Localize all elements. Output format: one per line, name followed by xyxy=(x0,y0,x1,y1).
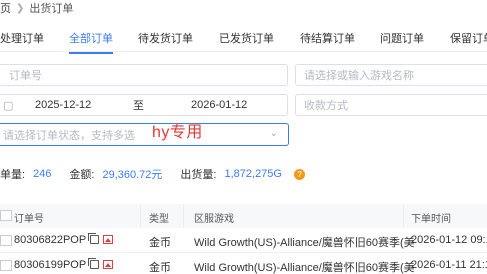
row-order-no: 80306822POP xyxy=(14,233,114,246)
tab-pending-ship[interactable]: 待发货订单 xyxy=(138,30,193,46)
order-number-placeholder: 订单号 xyxy=(9,70,42,82)
header-type: 类型 xyxy=(149,214,169,225)
payment-method-select[interactable]: 收款方式 xyxy=(295,94,487,116)
image-icon[interactable] xyxy=(103,260,114,269)
header-order-no: 订单号 xyxy=(14,214,44,225)
order-status-placeholder: 请选择订单状态，支持多选 xyxy=(3,129,135,142)
row-order-no: 80306199POP xyxy=(14,258,114,271)
orders-table: 订单号 类型 区服游戏 下单时间 80306822POP 金币 Wild Gro… xyxy=(0,204,487,274)
header-time: 下单时间 xyxy=(411,214,451,225)
payment-method-placeholder: 收款方式 xyxy=(304,100,348,112)
order-tabs: 处理订单 全部订单 待发货订单 已发货订单 待结算订单 问题订单 保留订单 xyxy=(0,30,487,54)
copy-icon[interactable] xyxy=(88,233,100,244)
amount-value: 29,360.72元 xyxy=(102,169,163,181)
date-separator: 至 xyxy=(133,100,144,112)
count-label: 单量: xyxy=(0,169,26,181)
chevron-down-icon: ⌄ xyxy=(269,128,278,139)
tab-all[interactable]: 全部订单 xyxy=(69,30,113,54)
chevron-right-icon: ❯ xyxy=(16,2,25,14)
breadcrumb: 页 ❯ 出货订单 xyxy=(0,0,73,16)
table-row[interactable]: 80306199POP 金币 Wild Growth(US)-Alliance/… xyxy=(0,253,487,274)
row-game: Wild Growth(US)-Alliance/魔兽怀旧60赛季(美 xyxy=(194,262,415,274)
image-icon[interactable] xyxy=(103,235,114,244)
tab-reserved[interactable]: 保留订单 xyxy=(450,30,487,46)
volume-value: 1,872,275G xyxy=(224,168,282,180)
date-end[interactable]: 2026-01-12 xyxy=(191,99,247,111)
breadcrumb-home[interactable]: 页 xyxy=(0,0,11,16)
order-status-select[interactable]: 请选择订单状态，支持多选 ⌄ xyxy=(0,123,289,146)
breadcrumb-current: 出货订单 xyxy=(29,3,74,15)
order-stats: 单量: 246 金额: 29,360.72元 出货量: 1,872,275G ? xyxy=(0,166,305,182)
count-value: 246 xyxy=(33,168,52,180)
row-type: 金币 xyxy=(149,262,171,274)
tab-problem[interactable]: 问题订单 xyxy=(380,30,424,46)
order-number-input[interactable]: 订单号 xyxy=(0,64,288,86)
date-start[interactable]: 2025-12-12 xyxy=(35,99,91,111)
amount-label: 金额: xyxy=(69,169,95,181)
game-select-placeholder: 请选择或输入游戏名称 xyxy=(304,70,414,82)
tab-shipped[interactable]: 已发货订单 xyxy=(219,30,274,46)
row-time: 2026-01-11 21:14 xyxy=(411,259,487,271)
tab-pending-settle[interactable]: 待结算订单 xyxy=(300,30,355,46)
overlay-label: hy专用 xyxy=(152,124,203,141)
row-type: 金币 xyxy=(149,237,171,249)
table-header: 订单号 类型 区服游戏 下单时间 xyxy=(0,204,487,228)
table-row[interactable]: 80306822POP 金币 Wild Growth(US)-Alliance/… xyxy=(0,228,487,253)
help-icon[interactable]: ? xyxy=(293,168,305,180)
calendar-icon: ▢ xyxy=(3,99,14,112)
game-select[interactable]: 请选择或输入游戏名称 xyxy=(295,64,487,86)
date-range-picker[interactable]: ▢ 2025-12-12 至 2026-01-12 xyxy=(0,94,288,116)
row-game: Wild Growth(US)-Alliance/魔兽怀旧60赛季(美 xyxy=(194,237,415,249)
copy-icon[interactable] xyxy=(88,258,100,269)
select-all-checkbox[interactable] xyxy=(0,210,12,221)
volume-label: 出货量: xyxy=(180,169,217,181)
header-game: 区服游戏 xyxy=(194,214,234,225)
row-checkbox[interactable] xyxy=(0,235,12,246)
row-time: 2026-01-12 09:19 xyxy=(411,234,487,246)
row-checkbox[interactable] xyxy=(0,260,12,271)
tab-processing[interactable]: 处理订单 xyxy=(0,30,44,46)
